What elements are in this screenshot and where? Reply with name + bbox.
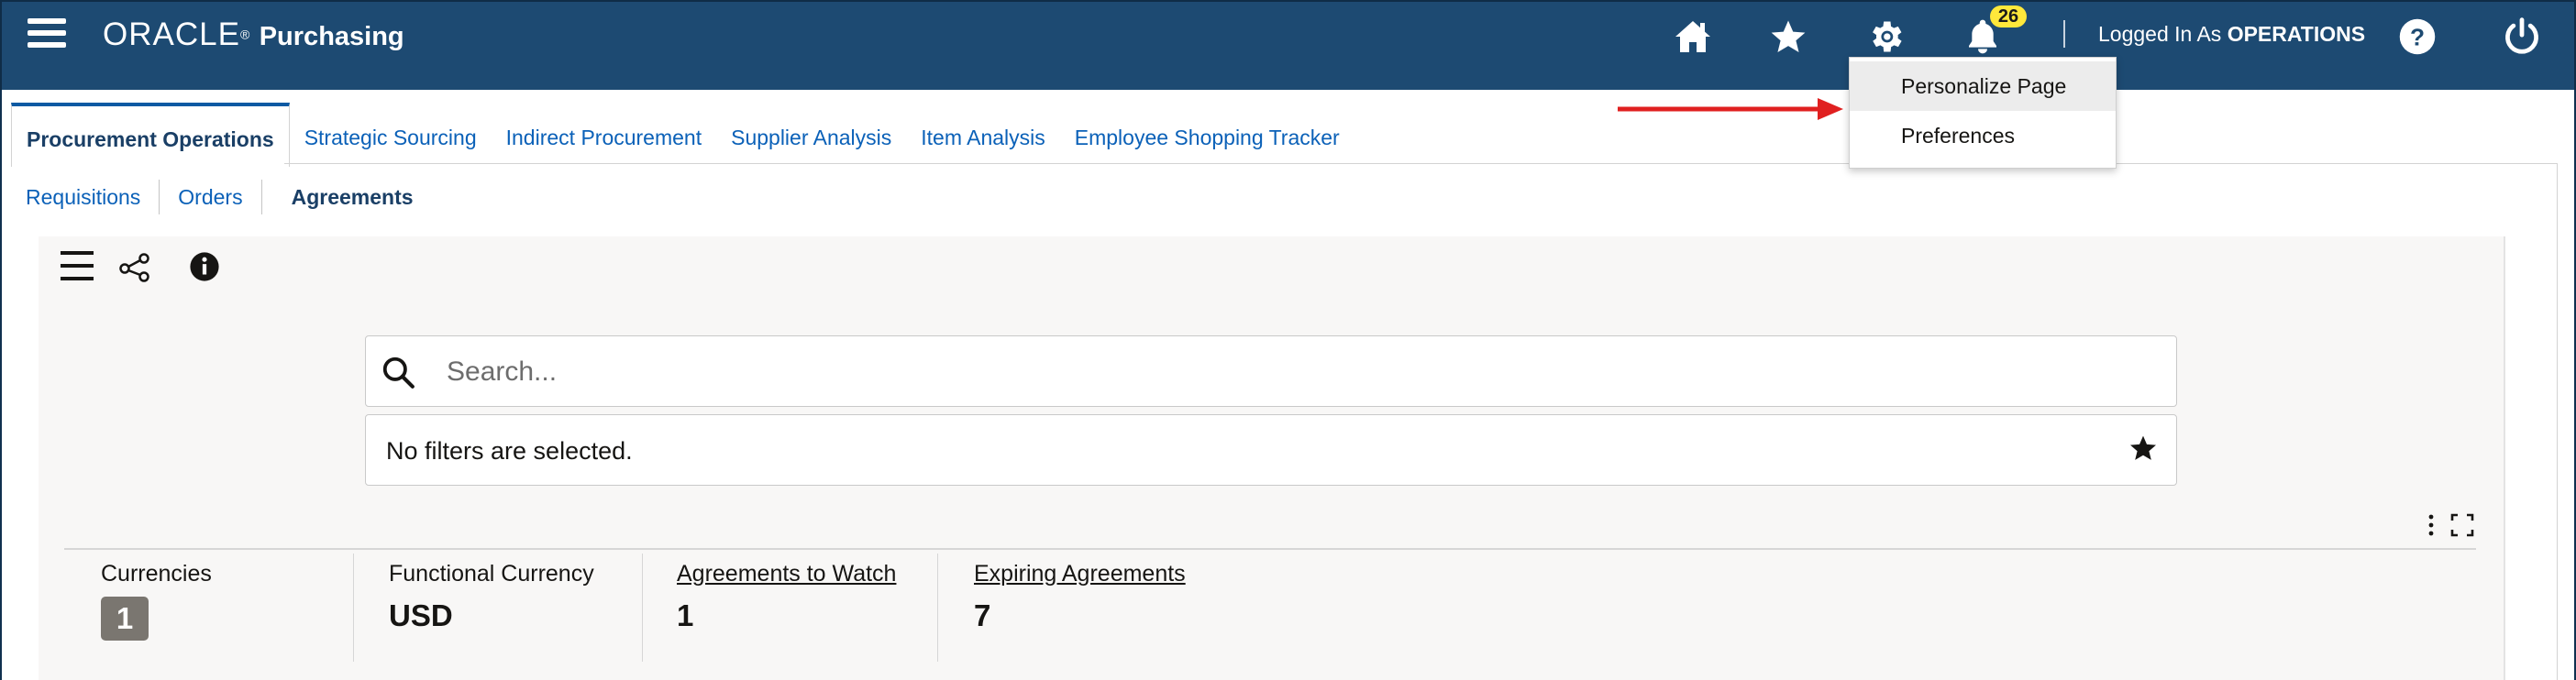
metric-agreements-to-watch: Agreements to Watch 1 (677, 561, 896, 662)
star-icon[interactable] (1763, 11, 1814, 62)
agreements-to-watch-link[interactable]: Agreements to Watch (677, 561, 896, 587)
brand-name: ORACLE (103, 16, 240, 52)
gear-icon[interactable] (1860, 11, 1911, 62)
power-icon[interactable] (2496, 11, 2548, 62)
tab-item-analysis[interactable]: Item Analysis (906, 103, 1060, 163)
header-divider (2063, 20, 2065, 48)
filters-status-text: No filters are selected. (386, 437, 633, 465)
tab-employee-shopping-tracker[interactable]: Employee Shopping Tracker (1060, 103, 1354, 163)
metric-label: Functional Currency (389, 561, 594, 587)
tab-supplier-analysis[interactable]: Supplier Analysis (716, 103, 906, 163)
subtab-agreements[interactable]: Agreements (262, 180, 432, 214)
filter-bar[interactable]: No filters are selected. (365, 414, 2177, 486)
help-icon[interactable]: ? (2392, 11, 2443, 62)
tab-strategic-sourcing[interactable]: Strategic Sourcing (290, 103, 492, 163)
home-icon[interactable] (1667, 11, 1719, 62)
menu-item-personalize-page[interactable]: Personalize Page (1850, 61, 2116, 111)
annotation-arrow (1618, 98, 1843, 120)
metric-label: Currencies (101, 561, 212, 587)
main-tabs: Procurement Operations Strategic Sourcin… (11, 103, 1354, 167)
tab-indirect-procurement[interactable]: Indirect Procurement (492, 103, 716, 163)
menu-icon[interactable] (28, 18, 66, 49)
logged-in-prefix: Logged In As (2098, 22, 2222, 46)
metric-divider (937, 554, 938, 662)
tab-underline (284, 163, 2557, 164)
subtab-requisitions[interactable]: Requisitions (26, 180, 160, 214)
metric-value: 7 (974, 598, 991, 632)
tab-procurement-operations[interactable]: Procurement Operations (11, 103, 290, 167)
logged-in-label: Logged In As OPERATIONS (2098, 22, 2365, 47)
svg-text:?: ? (2410, 24, 2425, 51)
share-icon[interactable] (119, 253, 150, 287)
search-placeholder: Search... (447, 356, 558, 387)
search-input[interactable]: Search... (365, 335, 2177, 407)
metric-functional-currency: Functional Currency USD (389, 561, 594, 662)
metric-value: 1 (677, 598, 694, 632)
sub-tabs: Requisitions Orders Agreements (26, 180, 432, 214)
metric-expiring-agreements: Expiring Agreements 7 (974, 561, 1186, 662)
expiring-agreements-link[interactable]: Expiring Agreements (974, 561, 1186, 587)
favorite-star-icon[interactable] (2128, 433, 2158, 463)
metric-value: USD (389, 598, 453, 632)
menu-item-preferences[interactable]: Preferences (1850, 111, 2116, 160)
app-name: Purchasing (259, 22, 404, 51)
metric-divider (353, 554, 354, 662)
currency-count-badge: 1 (101, 597, 149, 641)
metric-divider (642, 554, 643, 662)
subtab-orders[interactable]: Orders (160, 180, 262, 214)
metrics-separator (64, 548, 2476, 550)
logged-in-user: OPERATIONS (2227, 22, 2366, 46)
search-icon (382, 356, 415, 389)
notification-count-badge: 26 (1990, 5, 2027, 27)
content-border (2557, 163, 2558, 680)
fullscreen-icon[interactable] (2450, 513, 2474, 542)
metric-currencies: Currencies 1 (101, 561, 212, 662)
list-menu-icon[interactable] (61, 249, 95, 287)
oracle-logo: ORACLE® Purchasing (103, 16, 404, 52)
more-options-icon[interactable] (2427, 513, 2436, 542)
info-icon[interactable] (189, 251, 220, 287)
settings-menu: Personalize Page Preferences (1849, 57, 2117, 169)
dashboard-scrollbar-edge (2504, 236, 2505, 680)
top-header: ORACLE® Purchasing 26 Logged In As OPERA… (0, 0, 2576, 90)
